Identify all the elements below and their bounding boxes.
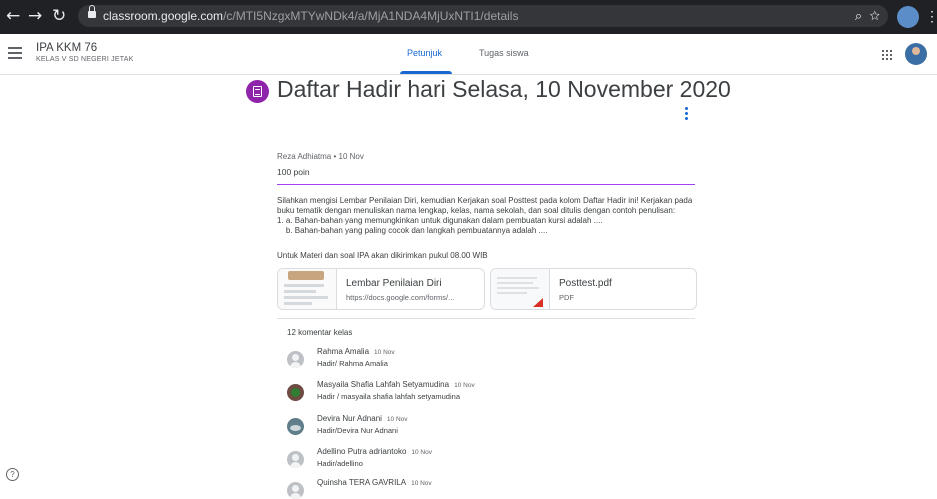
comment-item: Quinsha TERA GAVRILA 10 Nov bbox=[287, 477, 687, 499]
instruction-line: b. Bahan-bahan yang paling cocok dan lan… bbox=[277, 226, 548, 235]
class-name[interactable]: IPA KKM 76 bbox=[36, 42, 97, 54]
assignment-instructions: Silahkan mengisi Lembar Penilaian Diri, … bbox=[277, 196, 707, 236]
assignment-title: Daftar Hadir hari Selasa, 10 November 20… bbox=[277, 76, 731, 102]
assignment-points: 100 poin bbox=[277, 167, 310, 177]
back-icon[interactable]: ← bbox=[6, 6, 20, 26]
pdf-thumbnail bbox=[491, 269, 550, 309]
avatar bbox=[287, 482, 304, 499]
assignment-note: Untuk Materi dan soal IPA akan dikirimka… bbox=[277, 251, 488, 260]
reload-icon[interactable]: ↻ bbox=[52, 6, 66, 26]
form-thumbnail bbox=[278, 269, 337, 309]
comment-date: 10 Nov bbox=[411, 480, 432, 487]
comment-text: Hadir/Devira Nur Adnani bbox=[317, 426, 398, 435]
comment-author: Rahma Amalia bbox=[317, 347, 370, 356]
zoom-icon[interactable]: ⌕ bbox=[855, 8, 862, 23]
menu-icon[interactable] bbox=[8, 47, 22, 59]
lock-icon bbox=[88, 5, 96, 18]
address-bar[interactable]: classroom.google.com/c/MTI5NzgxMTYwNDk4/… bbox=[78, 5, 888, 27]
class-comments-link[interactable]: 12 komentar kelas bbox=[287, 328, 352, 337]
comment-text: Hadir/adellino bbox=[317, 459, 363, 468]
forward-icon[interactable]: → bbox=[28, 6, 42, 26]
attachment-subtitle: PDF bbox=[559, 293, 574, 302]
url-text: classroom.google.com/c/MTI5NzgxMTYwNDk4/… bbox=[103, 9, 519, 23]
instruction-line: Silahkan mengisi Lembar Penilaian Diri, … bbox=[277, 196, 693, 205]
more-options-icon[interactable] bbox=[685, 107, 688, 122]
avatar bbox=[287, 451, 304, 468]
pdf-icon bbox=[533, 298, 543, 307]
comment-date: 10 Nov bbox=[454, 382, 475, 389]
avatar bbox=[287, 351, 304, 368]
browser-toolbar: ← → ↻ classroom.google.com/c/MTI5NzgxMTY… bbox=[0, 0, 937, 34]
active-tab-indicator bbox=[400, 71, 452, 74]
instruction-line: 1. a. Bahan-bahan yang memungkinkan untu… bbox=[277, 216, 603, 225]
comment-date: 10 Nov bbox=[386, 416, 408, 423]
class-section: KELAS V SD NEGERI JETAK bbox=[36, 56, 134, 63]
browser-menu-icon[interactable]: ⋮ bbox=[925, 8, 937, 25]
comment-author: Devira Nur Adnani bbox=[317, 414, 382, 423]
attachment-title: Posttest.pdf bbox=[559, 278, 612, 289]
attachment-subtitle: https://docs.google.com/forms/... bbox=[346, 293, 455, 302]
tab-petunjuk[interactable]: Petunjuk bbox=[407, 48, 442, 58]
comment-author: Masyaila Shafia Lahfah Setyamudina bbox=[317, 380, 450, 389]
comment-item: Devira Nur Adnani 10 Nov Hadir/Devira Nur… bbox=[287, 413, 687, 439]
divider bbox=[277, 184, 695, 185]
comment-author: Adellino Putra adriantoko bbox=[317, 447, 407, 456]
comment-date: 10 Nov bbox=[411, 449, 432, 456]
attachment-pdf[interactable]: Posttest.pdf PDF bbox=[490, 268, 697, 310]
user-avatar[interactable] bbox=[905, 43, 927, 65]
divider bbox=[277, 318, 695, 319]
assignment-icon bbox=[246, 80, 269, 103]
browser-profile-avatar[interactable] bbox=[897, 6, 919, 28]
help-icon[interactable]: ? bbox=[6, 468, 19, 481]
comment-item: Masyaila Shafia Lahfah Setyamudina 10 Nov… bbox=[287, 379, 687, 405]
comment-item: Adellino Putra adriantoko 10 Nov Hadir/ad… bbox=[287, 446, 687, 472]
omnibox-icons: ⌕ ☆ bbox=[855, 8, 880, 24]
comment-text: Hadir/ Rahma Amalia bbox=[317, 359, 388, 368]
assignment-meta: Reza Adhiatma • 10 Nov bbox=[277, 152, 364, 161]
comment-item: Rahma Amalia 10 Nov Hadir/ Rahma Amalia bbox=[287, 346, 687, 372]
comment-text: Hadir / masyaila shafia lahfah setyamudi… bbox=[317, 392, 460, 401]
avatar bbox=[287, 384, 304, 401]
classroom-header: IPA KKM 76 KELAS V SD NEGERI JETAK Petun… bbox=[0, 34, 937, 75]
comment-author: Quinsha TERA GAVRILA bbox=[317, 478, 407, 487]
star-icon[interactable]: ☆ bbox=[869, 8, 880, 23]
instruction-line: buku tematik dengan menuliskan nama leng… bbox=[277, 206, 676, 215]
attachment-form[interactable]: Lembar Penilaian Diri https://docs.googl… bbox=[277, 268, 485, 310]
tab-tugas-siswa[interactable]: Tugas siswa bbox=[479, 48, 529, 58]
attachment-title: Lembar Penilaian Diri bbox=[346, 278, 442, 289]
apps-grid-icon[interactable] bbox=[882, 50, 892, 60]
comment-date: 10 Nov bbox=[374, 349, 395, 356]
avatar bbox=[287, 418, 304, 435]
